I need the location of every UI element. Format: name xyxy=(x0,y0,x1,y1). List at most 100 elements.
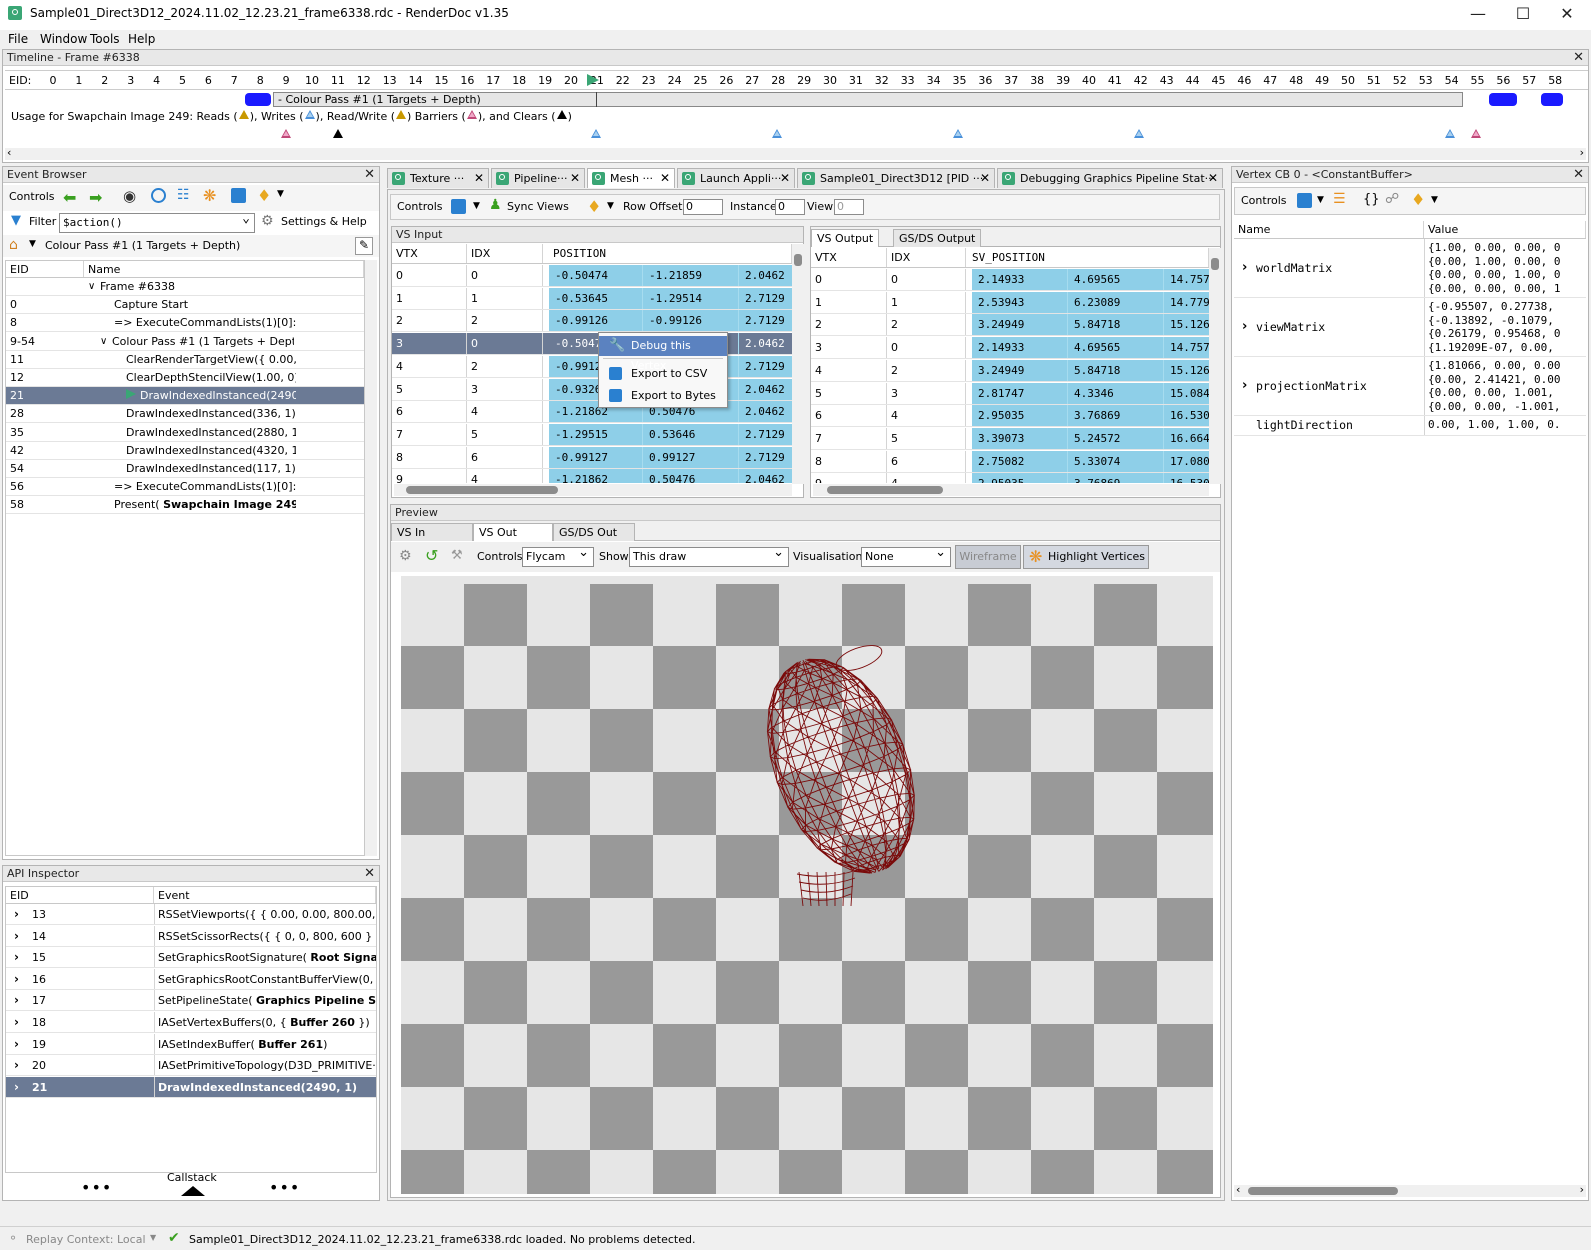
event-row[interactable]: 0 Capture Start xyxy=(6,296,364,315)
timeline-event-block[interactable] xyxy=(1541,93,1563,106)
filter-input[interactable]: $action() xyxy=(59,210,255,233)
vertex-row[interactable]: 1 1 -0.53645 -1.29514 2.7129 xyxy=(392,287,792,310)
cbuffer-hscroll[interactable]: ‹ › xyxy=(1234,1183,1586,1197)
api-row[interactable]: › 16 SetGraphicsRootConstantBufferView(0, … xyxy=(6,968,376,990)
vertex-row[interactable]: 0 0 2.14933 4.69565 14.757 xyxy=(811,269,1209,291)
sync-views-icon[interactable]: ♟ xyxy=(489,197,502,213)
event-row[interactable]: 28 DrawIndexedInstanced(336, 1) xyxy=(6,405,364,424)
vtx-column-header[interactable]: VTX xyxy=(392,244,467,263)
expand-chevron-icon[interactable]: › xyxy=(1242,260,1247,275)
event-row[interactable]: 56 => ExecuteCommandLists(1)[0]: Close( B… xyxy=(6,478,364,497)
row-offset-input[interactable]: 0 xyxy=(683,199,723,215)
reset-camera-icon[interactable]: ↺ xyxy=(425,546,438,565)
vtx-column-header[interactable]: VTX xyxy=(811,248,887,267)
vertex-row[interactable]: 7 5 3.39073 5.24572 16.664 xyxy=(811,427,1209,450)
api-event-resource[interactable]: DrawIndexedInstanced(2490, 1) xyxy=(158,1081,357,1094)
close-tab-icon[interactable]: ✕ xyxy=(570,169,580,188)
camera-controls-select[interactable]: Flycam xyxy=(522,544,594,567)
event-name-resource[interactable]: Swapchain Image 249 xyxy=(163,498,296,511)
api-row[interactable]: › 14 RSSetScissorRects({ { 0, 0, 800, 600 … xyxy=(6,925,376,947)
sync-views-button[interactable]: Sync Views xyxy=(507,200,569,213)
eid-column-header[interactable]: EID xyxy=(6,261,84,277)
visualisation-select[interactable]: None xyxy=(861,544,951,567)
api-row[interactable]: › 18 IASetVertexBuffers(0, { Buffer 260 }) xyxy=(6,1012,376,1033)
mesh-preview-svg[interactable] xyxy=(401,576,1213,1194)
mesh-preview-canvas[interactable] xyxy=(401,576,1213,1194)
idx-column-header[interactable]: IDX xyxy=(467,244,543,263)
vertex-row[interactable]: 3 0 2.14933 4.69565 14.757 xyxy=(811,337,1209,360)
api-event-resource[interactable]: Root Signatur xyxy=(310,951,376,964)
barrier-marker-icon[interactable] xyxy=(281,129,291,138)
event-row[interactable]: 54 DrawIndexedInstanced(117, 1) xyxy=(6,460,364,478)
vs-input-hscroll[interactable] xyxy=(394,484,792,496)
tab-vs-in[interactable]: VS In xyxy=(391,523,473,541)
gear-icon[interactable]: ⚙ xyxy=(261,213,274,229)
vertex-row[interactable]: 2 2 -0.99126 -0.99126 2.7129 xyxy=(392,310,792,333)
vertex-row[interactable]: 8 6 2.75082 5.33074 17.080 xyxy=(811,450,1209,473)
position-column-header[interactable]: POSITION xyxy=(543,244,792,263)
vs-input-vscroll[interactable] xyxy=(792,244,804,484)
timeline-scrollbar[interactable]: ‹ › xyxy=(5,146,1586,160)
menu-help[interactable]: Help xyxy=(128,32,155,46)
write-marker-icon[interactable] xyxy=(1445,129,1455,138)
api-eid-header[interactable]: EID xyxy=(6,887,154,903)
wrench-icon[interactable]: ⚒ xyxy=(451,548,463,563)
save-icon[interactable] xyxy=(231,188,246,203)
timeline-ruler[interactable]: EID: 0 1 2 3 4 5 6 7 8 9 10 11 12 13 14 15 16 17 18 19 20 21 2… xyxy=(5,70,1588,90)
dropdown-icon[interactable]: ▼ xyxy=(277,189,284,199)
highlight-vertices-button[interactable]: ❋ Highlight Vertices xyxy=(1023,545,1149,569)
sv-position-column-header[interactable]: SV_POSITION xyxy=(966,248,1209,267)
write-marker-icon[interactable] xyxy=(772,129,782,138)
tab-gsds-out[interactable]: GS/DS Out xyxy=(553,523,635,541)
expand-chevron-icon[interactable]: › xyxy=(1242,378,1247,393)
vertex-row[interactable]: 3 0 -0.5047 2.0462 xyxy=(392,333,792,356)
write-marker-icon[interactable] xyxy=(953,129,963,138)
write-marker-icon[interactable] xyxy=(591,129,601,138)
api-row[interactable]: › 13 RSSetViewports({ { 0.00, 0.00, 800.00… xyxy=(6,904,376,925)
timer-icon[interactable] xyxy=(151,188,166,203)
cb-row[interactable]: lightDirection 0.00, 1.00, 1.00, 0. xyxy=(1234,416,1586,436)
maximize-button[interactable]: ☐ xyxy=(1508,3,1538,25)
api-row[interactable]: › 17 SetPipelineState( Graphics Pipeline S… xyxy=(6,990,376,1012)
chevron-down-icon[interactable]: ▼ xyxy=(607,201,614,211)
tab-vs-output[interactable]: VS Output xyxy=(811,229,880,247)
more-dots-icon[interactable]: ••• xyxy=(81,1178,112,1197)
event-row[interactable]: 35 DrawIndexedInstanced(2880, 1) xyxy=(6,424,364,442)
instance-input[interactable]: 0 xyxy=(775,199,805,215)
close-window-button[interactable]: ✕ xyxy=(1552,3,1582,25)
export-csv-menu-item[interactable]: Export to CSV xyxy=(599,364,727,384)
api-row[interactable]: › 20 IASetPrimitiveTopology(D3D_PRIMITIVE·… xyxy=(6,1055,376,1077)
vertex-row[interactable]: 2 2 3.24949 5.84718 15.126 xyxy=(811,314,1209,337)
tab-0[interactable]: Texture ··· ✕ xyxy=(387,168,489,188)
view-input[interactable]: 0 xyxy=(834,199,864,215)
vertex-row[interactable]: 8 6 -0.99127 0.99127 2.7129 xyxy=(392,446,792,469)
chevron-down-icon[interactable]: ▼ xyxy=(150,1233,156,1242)
api-row[interactable]: › 15 SetGraphicsRootSignature( Root Signat… xyxy=(6,947,376,969)
barrier-marker-icon[interactable] xyxy=(1471,129,1481,138)
align-icon[interactable]: ☰ xyxy=(1333,191,1346,207)
name-column-header[interactable]: Name xyxy=(84,261,364,277)
clear-marker-icon[interactable] xyxy=(333,129,343,138)
expand-chevron-icon[interactable]: ∨ xyxy=(100,333,107,350)
vertex-row[interactable]: 5 3 2.81747 4.3346 15.084 xyxy=(811,382,1209,405)
save-icon[interactable] xyxy=(1297,193,1312,208)
event-row[interactable]: 12 ClearDepthStencilView(1.00, 0) xyxy=(6,369,364,387)
event-row[interactable]: 21 DrawIndexedInstanced(2490, 1) xyxy=(6,387,364,406)
home-icon[interactable]: ⌂ xyxy=(9,237,18,253)
callstack-toggle[interactable]: Callstack xyxy=(167,1171,217,1184)
event-row[interactable]: 9-54 ∨ Colour Pass #1 (1 Targets + Depth) xyxy=(6,333,364,351)
expand-up-icon[interactable] xyxy=(181,1186,205,1196)
menu-file[interactable]: File xyxy=(8,32,28,46)
vertex-row[interactable]: 1 1 2.53943 6.23089 14.779 xyxy=(811,291,1209,314)
replay-context[interactable]: Replay Context: Local xyxy=(26,1233,146,1246)
tab-vs-out[interactable]: VS Out xyxy=(473,523,553,541)
expand-chevron-icon[interactable]: › xyxy=(14,1034,19,1054)
tab-3[interactable]: Launch Appli··· ✕ xyxy=(677,168,795,188)
settings-help-button[interactable]: Settings & Help xyxy=(281,215,367,228)
cb-row[interactable]: › worldMatrix {1.00, 0.00, 0.00, 0 {0.00, 1… xyxy=(1234,239,1586,298)
api-row[interactable]: › 21 DrawIndexedInstanced(2490, 1) xyxy=(6,1076,376,1098)
bookmark-flower-icon[interactable]: ❋ xyxy=(203,186,216,205)
debug-vertex-menu-item[interactable]: 🔧 Debug this Vertex xyxy=(599,336,727,372)
close-tab-icon[interactable]: ✕ xyxy=(474,169,484,188)
save-icon[interactable] xyxy=(451,199,466,214)
